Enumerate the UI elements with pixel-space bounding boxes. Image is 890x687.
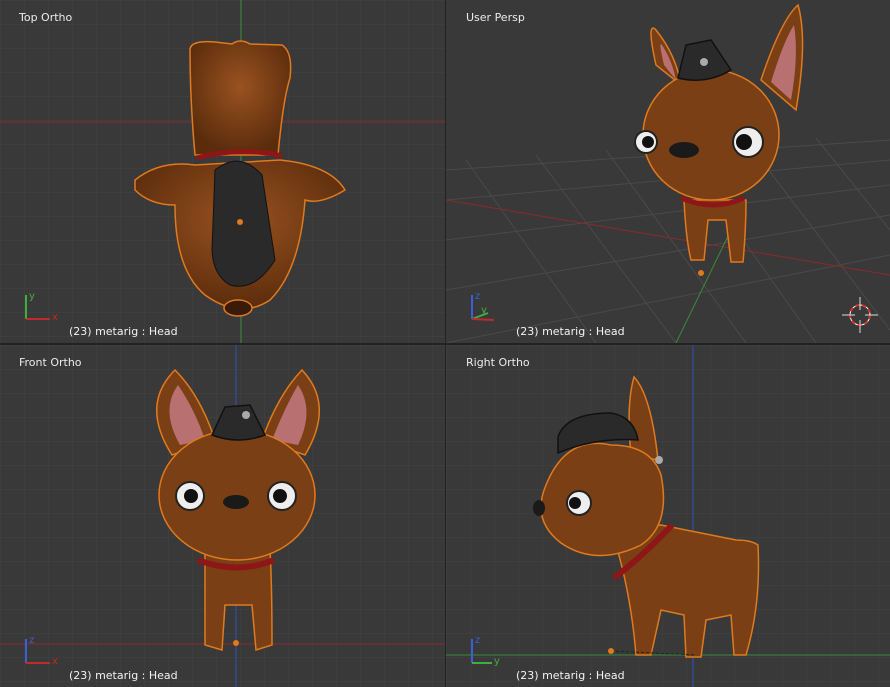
axis-gizmo: z y: [471, 635, 500, 667]
origin-dot: [698, 270, 704, 276]
svg-text:z: z: [29, 635, 34, 646]
viewport-right-ortho[interactable]: Right Ortho z y (23) metarig : Head: [446, 345, 890, 687]
viewport-canvas: [0, 0, 445, 343]
viewport-canvas: [446, 345, 890, 687]
viewport-label: Right Ortho: [466, 356, 530, 369]
svg-text:z: z: [475, 291, 480, 302]
svg-text:y: y: [29, 291, 35, 302]
viewport-canvas: [446, 3, 890, 343]
viewport-user-persp[interactable]: User Persp z y (23) metarig : Head: [446, 0, 890, 343]
x-axis-line: [446, 199, 890, 276]
3d-cursor[interactable]: [842, 297, 878, 333]
viewport-label: Top Ortho: [19, 11, 73, 24]
axis-gizmo: y x: [25, 291, 58, 323]
axis-gizmo: z y: [471, 291, 495, 321]
viewport-front-ortho[interactable]: Front Ortho z x (23) metarig : Head: [0, 345, 445, 687]
viewport-status: (23) metarig : Head: [516, 325, 625, 338]
viewport-label: Front Ortho: [19, 356, 82, 369]
viewport-status: (23) metarig : Head: [69, 669, 178, 682]
svg-text:x: x: [52, 656, 58, 667]
viewport-status: (23) metarig : Head: [516, 669, 625, 682]
viewport-status: (23) metarig : Head: [69, 325, 178, 338]
viewport-label: User Persp: [466, 11, 525, 24]
origin-dot: [233, 640, 239, 646]
origin-dot: [608, 648, 614, 654]
svg-text:y: y: [494, 656, 500, 667]
dog-model-persp[interactable]: [642, 3, 804, 263]
viewport-top-ortho[interactable]: Top Ortho y x (23) metarig : Head: [0, 0, 445, 343]
svg-text:x: x: [52, 312, 58, 323]
svg-text:y: y: [481, 305, 487, 316]
origin-dot: [237, 219, 243, 225]
axis-gizmo: z x: [25, 635, 58, 667]
viewport-canvas: [0, 345, 445, 687]
svg-text:z: z: [475, 635, 480, 646]
